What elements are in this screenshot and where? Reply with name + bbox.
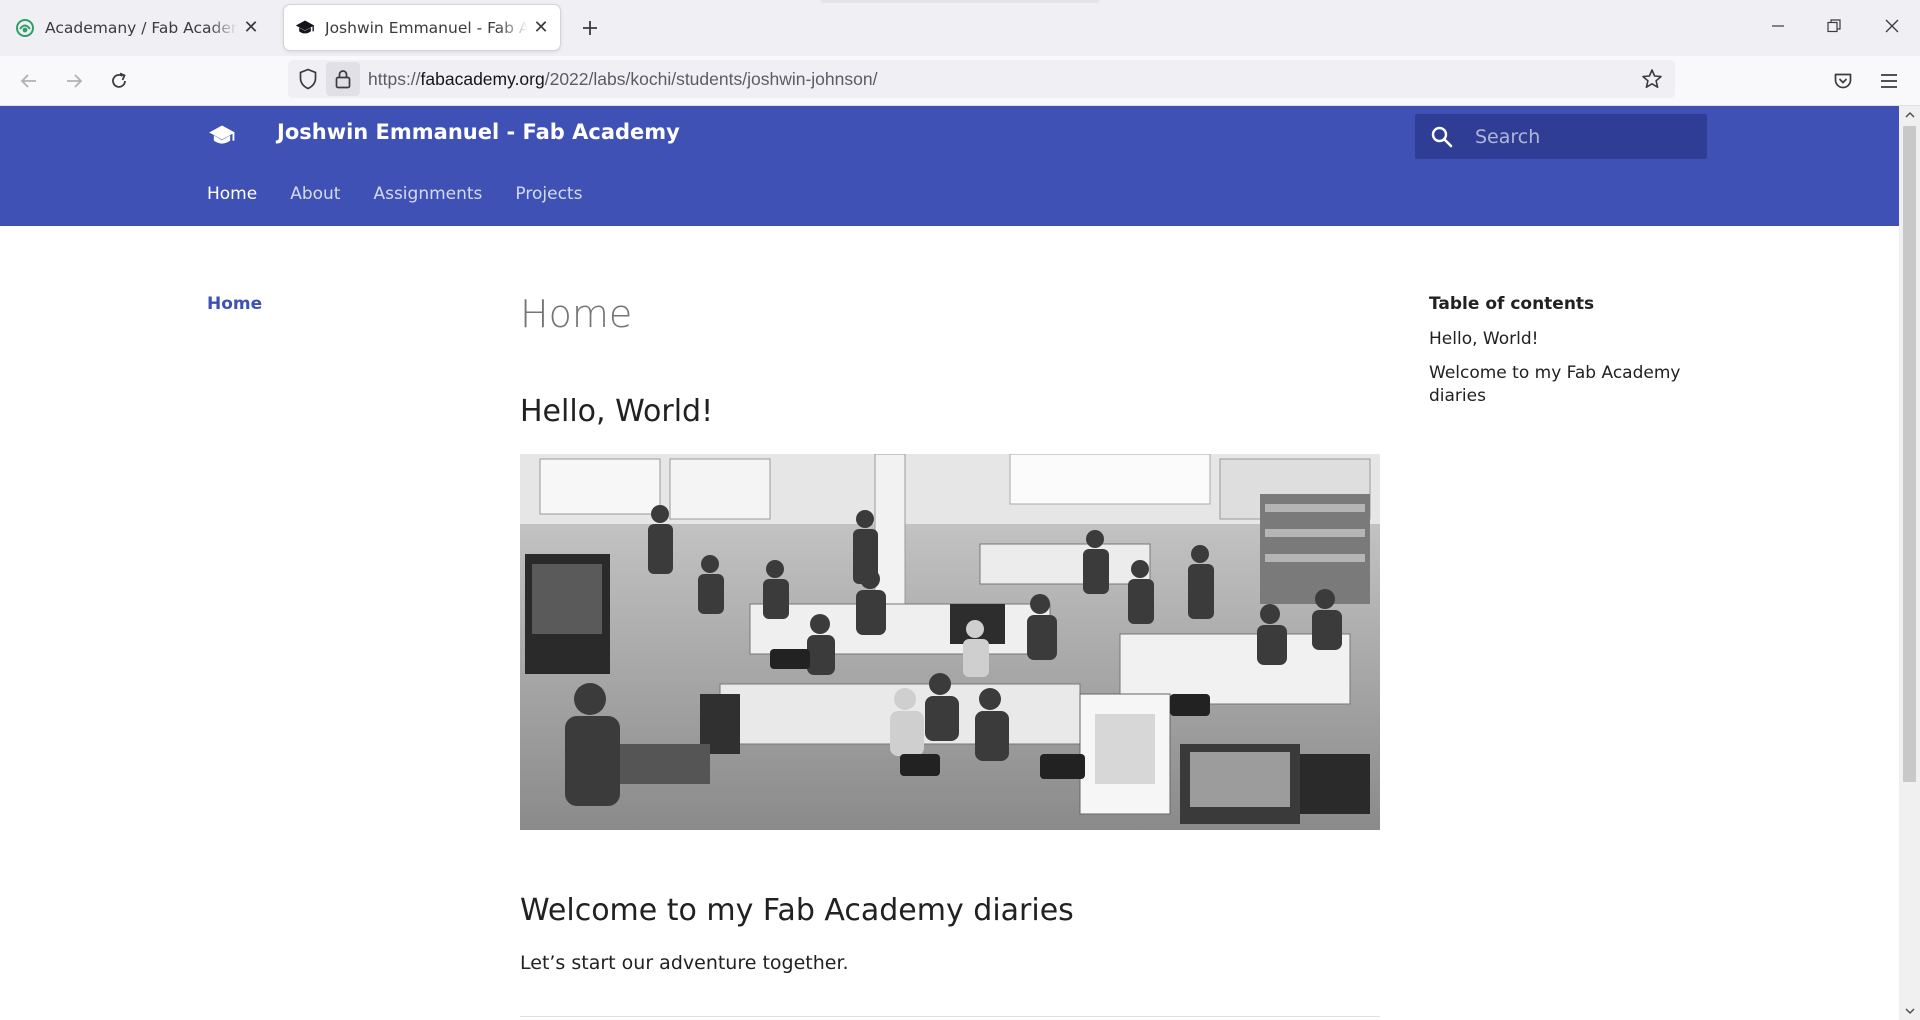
close-icon [1885,19,1899,33]
restore-icon [1827,19,1841,33]
url-host: fabacademy.org [420,68,545,89]
browser-tab-academany[interactable]: Academany / Fab Academy / 2022 ✕ [8,5,270,50]
search-input[interactable]: Search [1415,114,1707,159]
page-scrollbar[interactable] [1899,106,1920,1020]
section-heading-welcome: Welcome to my Fab Academy diaries [520,893,1074,928]
tab-assignments[interactable]: Assignments [373,184,482,204]
bookmark-star-icon[interactable] [1635,62,1669,96]
browser-navigation-bar: https://fabacademy.org/2022/labs/kochi/s… [0,56,1920,106]
fab-lab-classroom-photo [520,454,1380,830]
search-icon [1429,124,1455,150]
content-divider [520,1016,1380,1017]
tab-projects[interactable]: Projects [515,184,582,204]
academany-logo-icon [14,17,36,39]
browser-tab-joshwin[interactable]: Joshwin Emmanuel - Fab Academy ✕ [284,5,560,50]
scroll-up-arrow-icon[interactable] [1899,106,1920,124]
tab-strip-highlight [820,0,1100,3]
pocket-button[interactable] [1826,64,1860,98]
tab-title: Academany / Fab Academy / 2022 [45,18,238,37]
search-placeholder: Search [1475,125,1541,148]
scrollbar-thumb[interactable] [1903,126,1916,782]
toc-title: Table of contents [1429,294,1595,314]
url-path: /2022/labs/kochi/students/joshwin-johnso… [544,68,878,89]
pocket-icon [1834,73,1852,89]
toc-item-welcome[interactable]: Welcome to my Fab Academy diaries [1429,362,1689,408]
sidebar-item-home[interactable]: Home [207,294,262,314]
app-menu-button[interactable] [1872,64,1906,98]
tracking-protection-shield-icon[interactable] [290,60,326,98]
minimize-icon [1772,25,1784,27]
tab-title: Joshwin Emmanuel - Fab Academy [325,18,528,37]
site-title[interactable]: Joshwin Emmanuel - Fab Academy [277,120,680,144]
hamburger-menu-icon [1881,74,1897,88]
tab-home[interactable]: Home [207,184,257,204]
url-text[interactable]: https://fabacademy.org/2022/labs/kochi/s… [368,69,877,90]
graduation-cap-icon[interactable] [207,121,237,151]
forward-button[interactable] [57,64,91,98]
restore-window-button[interactable] [1812,6,1856,46]
intro-paragraph: Let’s start our adventure together. [520,952,849,974]
url-bar[interactable]: https://fabacademy.org/2022/labs/kochi/s… [288,60,1675,98]
graduation-cap-icon [294,17,316,39]
arrow-left-icon [20,74,36,88]
scroll-down-arrow-icon[interactable] [1899,1002,1920,1020]
close-tab-icon[interactable]: ✕ [238,15,264,41]
new-tab-button[interactable] [574,12,606,44]
site-header: Joshwin Emmanuel - Fab Academy Search Ho… [0,106,1899,226]
table-of-contents: Table of contents Hello, World! Welcome … [1429,294,1689,419]
reload-icon [112,72,126,88]
browser-tab-strip: Academany / Fab Academy / 2022 ✕ Joshwin… [0,0,1920,56]
reload-button[interactable] [102,64,136,98]
url-scheme: https:// [368,68,421,89]
close-window-button[interactable] [1870,6,1914,46]
tab-about[interactable]: About [290,184,340,204]
arrow-right-icon [67,74,83,88]
minimize-window-button[interactable] [1756,6,1800,46]
section-heading-hello-world: Hello, World! [520,394,714,429]
lock-icon[interactable] [326,62,360,96]
close-tab-icon[interactable]: ✕ [528,15,554,41]
page-title: Home [520,292,633,336]
plus-icon [583,21,597,35]
toc-item-hello-world[interactable]: Hello, World! [1429,328,1689,351]
site-nav-tabs: Home About Assignments Projects [207,184,615,204]
back-button[interactable] [12,64,46,98]
page-viewport: Joshwin Emmanuel - Fab Academy Search Ho… [0,106,1899,1020]
